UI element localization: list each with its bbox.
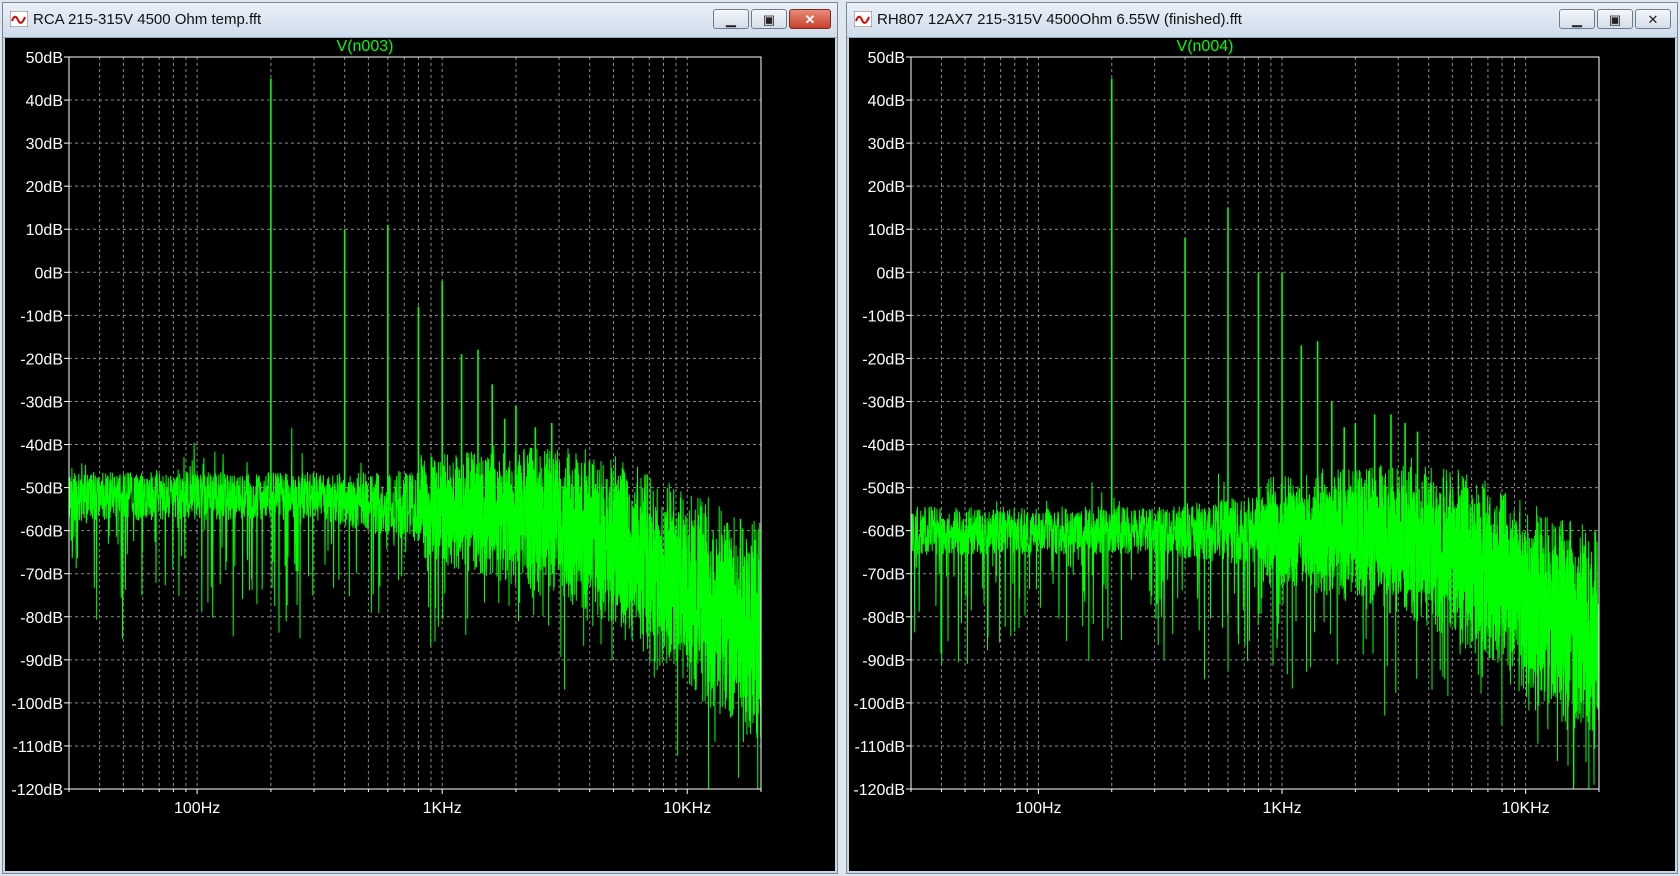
x-tick-label: 10KHz — [663, 800, 711, 817]
close-button[interactable]: ✕ — [789, 9, 831, 29]
y-tick-label: 0dB — [877, 265, 905, 282]
x-tick-label: 100Hz — [1015, 800, 1061, 817]
plot-border — [68, 56, 762, 790]
y-tick-label: -90dB — [862, 653, 905, 670]
y-tick-label: -10dB — [862, 308, 905, 325]
y-tick-label: -120dB — [11, 782, 63, 799]
y-tick-label: -30dB — [20, 394, 63, 411]
y-tick-label: -100dB — [853, 696, 905, 713]
window-title: RH807 12AX7 215-315V 4500Ohm 6.55W (fini… — [877, 11, 1242, 28]
plot-border — [910, 56, 1600, 790]
waveform-icon — [854, 11, 872, 27]
x-tick-label: 1KHz — [1262, 800, 1301, 817]
y-tick-label: 40dB — [26, 93, 63, 110]
y-tick-label: -70dB — [862, 567, 905, 584]
waveform-icon — [10, 11, 28, 27]
y-tick-label: -50dB — [20, 481, 63, 498]
trace-line — [69, 427, 761, 789]
title-bar[interactable]: RCA 215-315V 4500 Ohm temp.fft ▁ ▣ ✕ — [3, 3, 837, 38]
y-tick-label: -80dB — [20, 610, 63, 627]
y-tick-label: 40dB — [868, 93, 905, 110]
y-tick-label: 30dB — [26, 136, 63, 153]
y-tick-label: -60dB — [862, 524, 905, 541]
fft-window-right[interactable]: RH807 12AX7 215-315V 4500Ohm 6.55W (fini… — [846, 2, 1678, 874]
y-tick-label: -40dB — [20, 438, 63, 455]
grid — [68, 56, 762, 790]
fft-chart[interactable]: V(n004) 50dB 40dB 30dB 20dB 10dB 0dB -10dB -20dB… — [849, 38, 1675, 873]
y-tick-label: -110dB — [855, 739, 905, 756]
trace-line — [911, 457, 1599, 789]
y-tick-label: -80dB — [862, 610, 905, 627]
y-tick-label: -20dB — [862, 351, 905, 368]
trace-title[interactable]: V(n003) — [337, 38, 394, 55]
y-tick-label: -100dB — [11, 696, 63, 713]
x-tick-label: 1KHz — [423, 800, 462, 817]
x-tick-label: 10KHz — [1502, 800, 1550, 817]
y-tick-label: -90dB — [20, 653, 63, 670]
plot-area[interactable]: V(n003) 50dB 40dB 30dB 20dB 10dB 0dB -10dB -20dB… — [5, 38, 835, 871]
y-tick-label: -10dB — [20, 308, 63, 325]
y-tick-label: 30dB — [868, 136, 905, 153]
y-tick-label: 10dB — [868, 222, 905, 239]
plot-area[interactable]: V(n004) 50dB 40dB 30dB 20dB 10dB 0dB -10dB -20dB… — [849, 38, 1675, 871]
close-button[interactable]: ✕ — [1635, 9, 1671, 29]
y-tick-label: -120dB — [853, 782, 905, 799]
maximize-button[interactable]: ▣ — [1597, 9, 1633, 29]
fft-window-left[interactable]: RCA 215-315V 4500 Ohm temp.fft ▁ ▣ ✕ V(n… — [2, 2, 838, 874]
y-tick-label: -60dB — [20, 524, 63, 541]
y-tick-label: -30dB — [862, 394, 905, 411]
y-tick-label: 50dB — [26, 50, 63, 67]
y-tick-label: 20dB — [868, 179, 905, 196]
x-tick-label: 100Hz — [174, 800, 220, 817]
minimize-button[interactable]: ▁ — [713, 9, 749, 29]
trace-title[interactable]: V(n004) — [1177, 38, 1234, 55]
y-tick-label: 20dB — [26, 179, 63, 196]
y-tick-label: -20dB — [20, 351, 63, 368]
y-tick-label: -110dB — [13, 739, 63, 756]
window-title: RCA 215-315V 4500 Ohm temp.fft — [33, 11, 262, 28]
y-tick-label: 10dB — [26, 222, 63, 239]
y-tick-label: -50dB — [862, 481, 905, 498]
fft-chart[interactable]: V(n003) 50dB 40dB 30dB 20dB 10dB 0dB -10dB -20dB… — [5, 38, 835, 873]
grid — [910, 56, 1600, 790]
y-tick-label: 0dB — [35, 265, 63, 282]
y-tick-label: -40dB — [862, 438, 905, 455]
y-tick-label: -70dB — [20, 567, 63, 584]
minimize-button[interactable]: ▁ — [1559, 9, 1595, 29]
title-bar[interactable]: RH807 12AX7 215-315V 4500Ohm 6.55W (fini… — [847, 3, 1677, 38]
y-tick-label: 50dB — [868, 50, 905, 67]
maximize-button[interactable]: ▣ — [751, 9, 787, 29]
